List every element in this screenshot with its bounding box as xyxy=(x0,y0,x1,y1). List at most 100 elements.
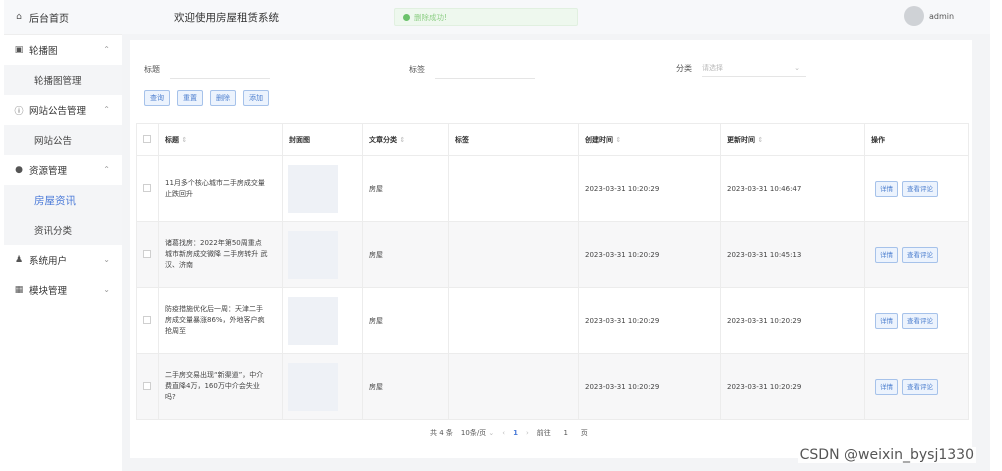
title-field: 标题 xyxy=(144,60,270,79)
table-row: 防疫措施优化后一周：天津二手房成交量暴涨86%，外地客户疯抢周至 房屋 2023… xyxy=(136,287,969,354)
row-checkbox[interactable] xyxy=(143,381,151,390)
goto-page-input[interactable]: 1 xyxy=(559,429,573,437)
sort-icon[interactable]: ⇕ xyxy=(399,136,405,144)
cover-image xyxy=(288,230,338,279)
sidebar-group-carousel[interactable]: ▣ 轮播图 ⌃ xyxy=(4,35,122,65)
header-title: 欢迎使用房屋租赁系统 xyxy=(174,12,279,24)
title-input[interactable] xyxy=(170,60,270,79)
select-all-checkbox[interactable] xyxy=(143,134,151,143)
cover-image xyxy=(288,296,338,345)
next-page-icon[interactable]: › xyxy=(526,429,529,437)
detail-button[interactable]: 详情 xyxy=(875,180,898,197)
view-comments-button[interactable]: 查看评论 xyxy=(902,180,938,197)
page-size-select[interactable]: 10条/页 ⌄ xyxy=(461,428,494,438)
delete-button[interactable]: 删除 xyxy=(210,90,236,106)
pagination: 共 4 条 10条/页 ⌄ ‹ 1 › 前往 1 页 xyxy=(430,428,588,438)
tag-input[interactable] xyxy=(435,60,535,79)
tag-field: 标签 xyxy=(409,60,535,79)
sidebar-item-house-news[interactable]: 房屋资讯 xyxy=(4,185,122,215)
chevron-up-icon: ⌃ xyxy=(103,45,110,54)
add-button[interactable]: 添加 xyxy=(243,90,269,106)
column-header-tag: 标签 xyxy=(448,123,579,156)
column-header-created[interactable]: 创建时间 ⇕ xyxy=(578,123,721,156)
category-select[interactable]: 请选择 ⌄ xyxy=(702,60,806,77)
sidebar-item-label: 房屋资讯 xyxy=(34,194,76,207)
row-select-cell[interactable] xyxy=(136,353,159,420)
row-actions: 详情 查看评论 xyxy=(864,155,969,222)
watermark: CSDN @weixin_bysj1330 xyxy=(797,447,976,463)
sidebar-item-label: 网站公告 xyxy=(34,136,73,147)
goto-suffix: 页 xyxy=(580,429,588,437)
row-select-cell[interactable] xyxy=(136,155,159,222)
detail-button[interactable]: 详情 xyxy=(875,246,898,263)
table-header-row: 标题 ⇕ 封面图 文章分类 ⇕ 标签 创建时间 ⇕ 更新时间 ⇕ 操作 xyxy=(136,123,969,156)
news-table: 标题 ⇕ 封面图 文章分类 ⇕ 标签 创建时间 ⇕ 更新时间 ⇕ 操作 11月多… xyxy=(136,123,969,420)
row-title: 11月多个核心城市二手房成交量止跌回升 xyxy=(158,155,283,222)
sidebar-item-label: 轮播图管理 xyxy=(34,76,82,87)
row-title: 防疫措施优化后一周：天津二手房成交量暴涨86%，外地客户疯抢周至 xyxy=(158,287,283,354)
row-actions: 详情 查看评论 xyxy=(864,221,969,288)
row-category: 房屋 xyxy=(362,155,449,222)
column-header-title[interactable]: 标题 ⇕ xyxy=(158,123,283,156)
prev-page-icon[interactable]: ‹ xyxy=(502,429,505,437)
row-checkbox[interactable] xyxy=(143,183,151,192)
row-created: 2023-03-31 10:20:29 xyxy=(578,155,721,222)
detail-button[interactable]: 详情 xyxy=(875,312,898,329)
success-icon xyxy=(403,13,410,21)
home-icon: ⌂ xyxy=(16,12,22,22)
chevron-down-icon: ⌄ xyxy=(794,64,800,72)
sidebar-item-notice[interactable]: 网站公告 xyxy=(4,125,122,155)
row-tag xyxy=(448,287,579,354)
goto-label: 前往 xyxy=(536,429,551,437)
view-comments-button[interactable]: 查看评论 xyxy=(902,378,938,395)
row-cover-cell xyxy=(282,287,363,354)
chevron-down-icon: ⌄ xyxy=(103,255,110,264)
sidebar-group-label: 网站公告管理 xyxy=(29,106,87,117)
sidebar-group-users[interactable]: ♟ 系统用户 ⌄ xyxy=(4,245,122,275)
toast-text: 删除成功! xyxy=(414,12,448,22)
row-checkbox[interactable] xyxy=(143,249,151,258)
sidebar-group-modules[interactable]: ▦ 模块管理 ⌄ xyxy=(4,275,122,305)
sort-icon[interactable]: ⇕ xyxy=(181,136,187,144)
table-row: 二手房交易出现“新渠道”，中介费直降4万，160万中介会失业吗? 房屋 2023… xyxy=(136,353,969,420)
sidebar-group-notice[interactable]: ⓘ 网站公告管理 ⌃ xyxy=(4,95,122,125)
column-header-actions: 操作 xyxy=(864,123,969,156)
category-placeholder: 请选择 xyxy=(702,64,723,72)
row-select-cell[interactable] xyxy=(136,287,159,354)
top-header: 欢迎使用房屋租赁系统 删除成功! admin xyxy=(122,0,990,35)
query-button[interactable]: 查询 xyxy=(144,90,170,106)
grid-icon: ▦ xyxy=(14,285,24,295)
sidebar-item-home[interactable]: ⌂ 后台首页 xyxy=(4,0,122,35)
search-form: 标题 标签 分类 请选择 ⌄ xyxy=(144,60,964,80)
sidebar-item-news-category[interactable]: 资讯分类 xyxy=(4,215,122,245)
row-checkbox[interactable] xyxy=(143,315,151,324)
sidebar: ⌂ 后台首页 ▣ 轮播图 ⌃ 轮播图管理 ⓘ 网站公告管理 ⌃ 网站公告 ● 资… xyxy=(4,0,123,471)
tag-label: 标签 xyxy=(409,65,425,74)
action-buttons: 查询 重置 删除 添加 xyxy=(144,90,269,106)
user-icon: ♟ xyxy=(14,255,24,265)
reset-button[interactable]: 重置 xyxy=(177,90,203,106)
row-tag xyxy=(448,155,579,222)
select-all-cell[interactable] xyxy=(136,123,159,156)
sidebar-group-label: 轮播图 xyxy=(29,46,58,57)
row-select-cell[interactable] xyxy=(136,221,159,288)
sidebar-group-label: 模块管理 xyxy=(29,286,68,297)
row-actions: 详情 查看评论 xyxy=(864,353,969,420)
sidebar-item-carousel-manage[interactable]: 轮播图管理 xyxy=(4,65,122,95)
sort-icon[interactable]: ⇕ xyxy=(615,136,621,144)
sort-icon[interactable]: ⇕ xyxy=(757,136,763,144)
detail-button[interactable]: 详情 xyxy=(875,378,898,395)
page-number-current[interactable]: 1 xyxy=(513,429,518,437)
chevron-up-icon: ⌃ xyxy=(103,105,110,114)
view-comments-button[interactable]: 查看评论 xyxy=(902,246,938,263)
cover-image xyxy=(288,164,338,213)
chevron-down-icon: ⌄ xyxy=(103,285,110,294)
row-updated: 2023-03-31 10:45:13 xyxy=(720,221,865,288)
view-comments-button[interactable]: 查看评论 xyxy=(902,312,938,329)
sidebar-group-resource[interactable]: ● 资源管理 ⌃ xyxy=(4,155,122,185)
column-header-updated[interactable]: 更新时间 ⇕ xyxy=(720,123,865,156)
avatar[interactable] xyxy=(904,6,924,26)
user-name[interactable]: admin xyxy=(929,12,954,21)
column-header-category[interactable]: 文章分类 ⇕ xyxy=(362,123,449,156)
success-toast: 删除成功! xyxy=(394,8,578,26)
